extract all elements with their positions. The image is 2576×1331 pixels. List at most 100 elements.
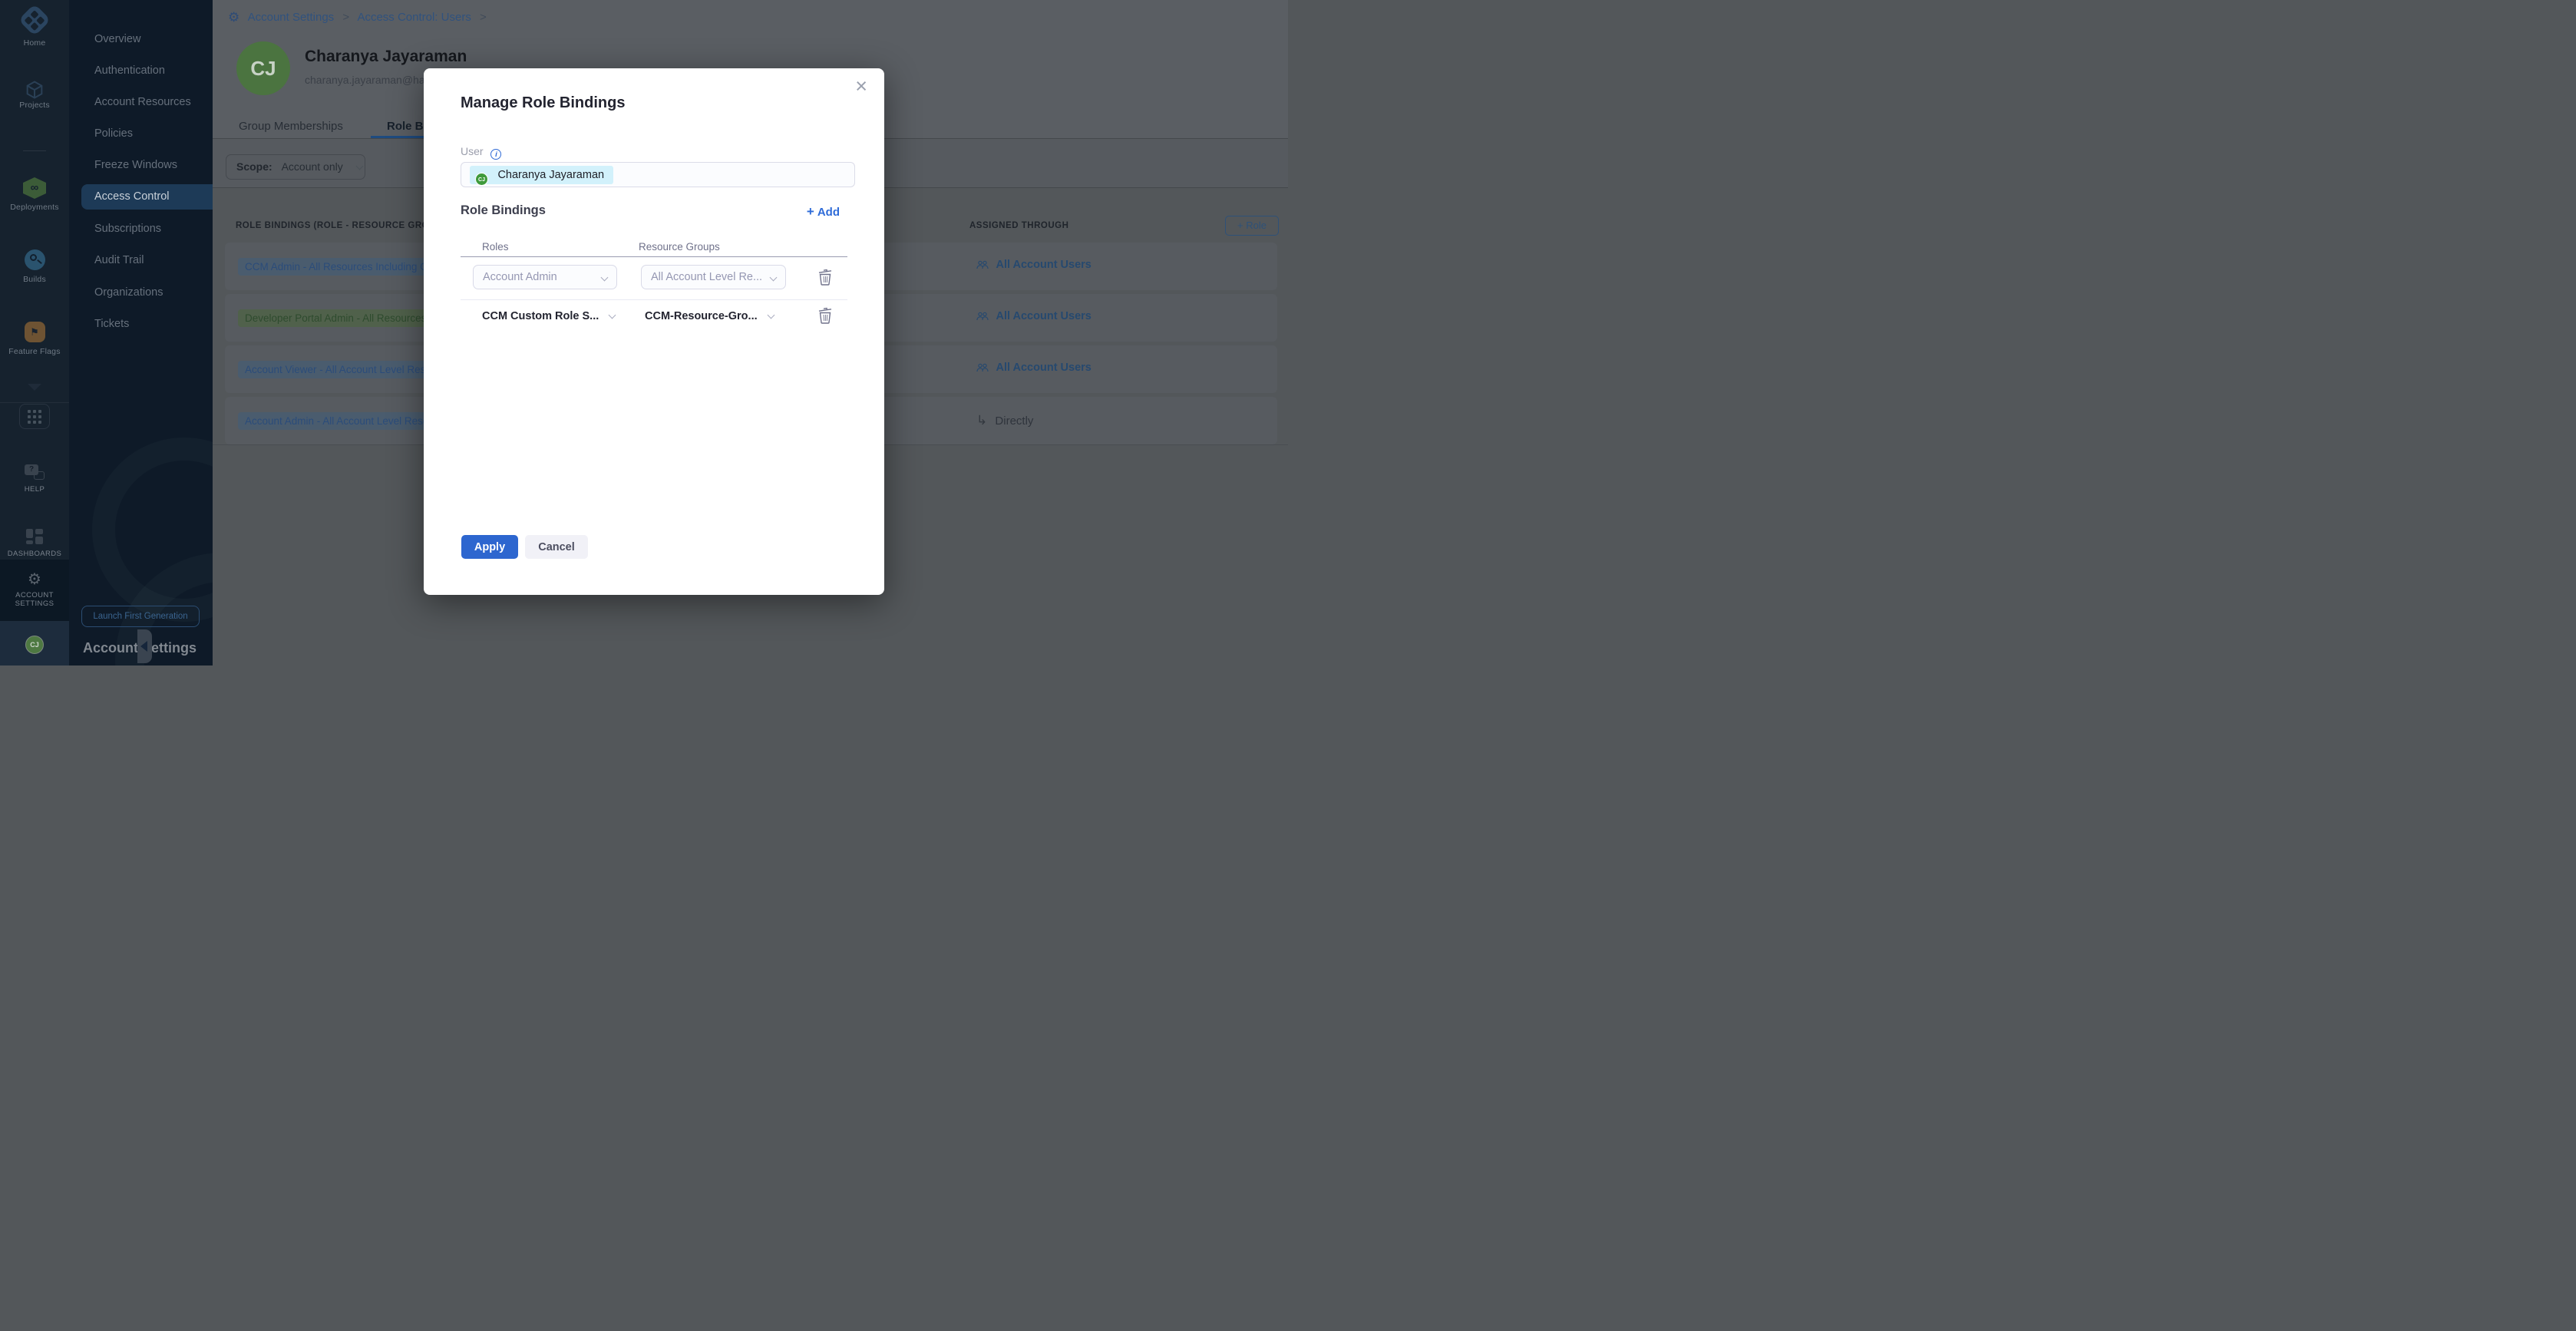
chat-question-icon: ? bbox=[25, 464, 45, 480]
manage-role-bindings-dialog: × Manage Role Bindings User i CJ Charany… bbox=[424, 68, 884, 595]
rail-item-label: Projects bbox=[0, 101, 69, 110]
role-select[interactable]: CCM Custom Role S... bbox=[482, 310, 615, 322]
assigned-through-link[interactable]: All Account Users bbox=[976, 310, 1091, 322]
rail-item-help[interactable]: ? HELP bbox=[0, 464, 69, 494]
apply-button[interactable]: Apply bbox=[461, 535, 518, 559]
delete-binding-button[interactable] bbox=[817, 306, 834, 325]
rail-item-projects[interactable]: Projects bbox=[0, 79, 69, 110]
assigned-through-link[interactable]: All Account Users bbox=[976, 259, 1091, 271]
scope-label: Scope: bbox=[236, 160, 272, 173]
rail-item-builds[interactable]: Builds bbox=[0, 249, 69, 284]
close-icon[interactable]: × bbox=[855, 76, 867, 97]
module-picker-button[interactable] bbox=[19, 404, 50, 429]
user-input[interactable]: CJ Charanya Jayaraman bbox=[461, 162, 855, 187]
role-select-value: Account Admin bbox=[483, 271, 557, 283]
flag-icon: ⚑ bbox=[25, 322, 45, 342]
sidebar-item-freeze-windows[interactable]: Freeze Windows bbox=[94, 159, 177, 171]
sidebar-item-tickets[interactable]: Tickets bbox=[94, 318, 129, 330]
assigned-through-label: All Account Users bbox=[996, 259, 1091, 271]
rail-more-modules[interactable] bbox=[0, 384, 69, 391]
sidebar-item-subscriptions[interactable]: Subscriptions bbox=[94, 223, 161, 235]
group-icon bbox=[976, 312, 989, 321]
user-label-text: User bbox=[461, 145, 484, 157]
rail-item-label: Home bbox=[0, 38, 69, 48]
resource-group-select-disabled[interactable]: All Account Level Re... bbox=[641, 265, 786, 289]
sidebar-item-overview[interactable]: Overview bbox=[94, 33, 140, 45]
sidebar-item-account-resources[interactable]: Account Resources bbox=[94, 96, 191, 108]
user-avatar[interactable]: CJ bbox=[25, 636, 44, 654]
role-select-disabled[interactable]: Account Admin bbox=[473, 265, 617, 289]
rail-item-label: Deployments bbox=[0, 203, 69, 212]
gear-icon: ⚙ bbox=[28, 570, 41, 588]
scope-dropdown[interactable]: Scope: Account only bbox=[226, 154, 365, 180]
rail-item-label: DASHBOARDS bbox=[0, 550, 69, 558]
assigned-through-link[interactable]: All Account Users bbox=[976, 362, 1091, 374]
chevron-down-icon bbox=[601, 274, 609, 282]
column-header-role-bindings: ROLE BINDINGS (ROLE - RESOURCE GROUP) bbox=[236, 221, 445, 230]
column-header-assigned-through: ASSIGNED THROUGH bbox=[969, 221, 1068, 230]
sidebar-item-access-control[interactable]: Access Control bbox=[81, 184, 213, 210]
role-select-value: CCM Custom Role S... bbox=[482, 310, 599, 322]
column-header-roles: Roles bbox=[482, 241, 509, 253]
breadcrumb-link-account-settings[interactable]: Account Settings bbox=[248, 11, 335, 24]
scope-value: Account only bbox=[282, 160, 343, 173]
breadcrumb-link-access-control-users[interactable]: Access Control: Users bbox=[357, 11, 471, 24]
assigned-through-directly: ↳ Directly bbox=[976, 413, 1033, 428]
rail-item-label: ACCOUNT bbox=[0, 591, 69, 599]
page-title-user-name: Charanya Jayaraman bbox=[305, 48, 467, 66]
sidebar-item-organizations[interactable]: Organizations bbox=[94, 286, 163, 299]
settings-sidebar: Overview Authentication Account Resource… bbox=[69, 0, 213, 666]
gear-icon: ⚙ bbox=[228, 10, 245, 25]
rail-divider bbox=[0, 402, 69, 403]
info-icon[interactable]: i bbox=[490, 149, 501, 160]
divider bbox=[461, 256, 847, 257]
user-chip: CJ Charanya Jayaraman bbox=[470, 166, 613, 184]
avatar: CJ bbox=[475, 173, 488, 186]
rail-divider bbox=[23, 150, 46, 151]
sidebar-item-authentication[interactable]: Authentication bbox=[94, 64, 165, 77]
resource-group-select[interactable]: CCM-Resource-Gro... bbox=[645, 310, 774, 322]
sidebar-item-audit-trail[interactable]: Audit Trail bbox=[94, 254, 144, 266]
rail-item-label: Feature Flags bbox=[0, 347, 69, 356]
resource-group-select-value: CCM-Resource-Gro... bbox=[645, 310, 758, 322]
chevron-down-icon bbox=[28, 384, 41, 391]
rail-item-label: SETTINGS bbox=[0, 599, 69, 608]
deployments-hexagon-icon: ∞ bbox=[23, 177, 46, 199]
rail-item-dashboards[interactable]: DASHBOARDS bbox=[0, 529, 69, 558]
rail-item-deployments[interactable]: ∞ Deployments bbox=[0, 177, 69, 212]
app-window: Home Projects ∞ Deployments Builds ⚑ Fea… bbox=[0, 0, 1288, 666]
rail-item-label: HELP bbox=[0, 485, 69, 494]
divider bbox=[461, 299, 847, 300]
module-rail: Home Projects ∞ Deployments Builds ⚑ Fea… bbox=[0, 0, 69, 666]
assigned-through-label: All Account Users bbox=[996, 310, 1091, 322]
direct-arrow-icon: ↳ bbox=[976, 413, 987, 428]
role-bindings-section-title: Role Bindings bbox=[461, 203, 546, 218]
add-binding-button[interactable]: +Add bbox=[807, 204, 840, 220]
rail-item-feature-flags[interactable]: ⚑ Feature Flags bbox=[0, 322, 69, 356]
delete-binding-button[interactable] bbox=[817, 268, 834, 286]
sidebar-item-policies[interactable]: Policies bbox=[94, 127, 133, 140]
rail-item-account-settings[interactable]: ⚙ ACCOUNT SETTINGS bbox=[0, 560, 69, 621]
tab-group-memberships[interactable]: Group Memberships bbox=[239, 120, 343, 133]
chevron-left-icon bbox=[140, 641, 147, 652]
resource-group-select-value: All Account Level Re... bbox=[651, 271, 762, 283]
chevron-down-icon bbox=[767, 312, 774, 319]
dialog-title: Manage Role Bindings bbox=[461, 94, 625, 112]
breadcrumb-separator: > bbox=[474, 11, 492, 24]
chevron-down-icon bbox=[609, 312, 616, 319]
chevron-down-icon bbox=[770, 274, 778, 282]
add-label: Add bbox=[817, 206, 840, 219]
cancel-button[interactable]: Cancel bbox=[525, 535, 588, 559]
breadcrumb-separator: > bbox=[337, 11, 355, 24]
assigned-through-label: Directly bbox=[995, 414, 1033, 428]
cube-icon bbox=[0, 79, 69, 101]
rail-item-label: Builds bbox=[0, 275, 69, 284]
avatar: CJ bbox=[236, 41, 290, 95]
add-role-button[interactable]: + Role bbox=[1225, 216, 1279, 236]
rail-item-home[interactable]: Home bbox=[0, 8, 69, 48]
launch-first-generation-button[interactable]: Launch First Generation bbox=[81, 606, 200, 627]
column-header-resource-groups: Resource Groups bbox=[639, 241, 720, 253]
builds-icon bbox=[25, 249, 45, 270]
sidebar-collapse-button[interactable] bbox=[137, 629, 152, 663]
grid-icon bbox=[28, 410, 31, 413]
